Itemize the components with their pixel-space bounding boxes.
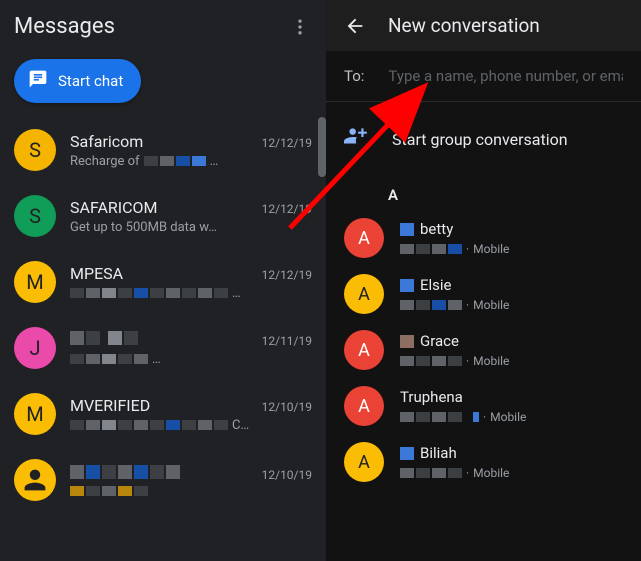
scrollbar-thumb[interactable] <box>318 117 326 177</box>
to-field-row[interactable]: To: <box>326 51 641 102</box>
messages-title: Messages <box>14 14 115 39</box>
thread-snippet: … <box>70 286 312 301</box>
thread-date: 12/12/19 <box>262 202 312 216</box>
back-button[interactable] <box>344 15 366 37</box>
conversation-item[interactable]: M MVERIFIED 12/10/19 C… <box>0 381 326 447</box>
chat-icon <box>28 69 48 93</box>
thread-name: Safaricom <box>70 132 143 151</box>
contact-item[interactable]: A Grace · Mobile <box>326 322 641 378</box>
contact-item[interactable]: A betty · Mobile <box>326 210 641 266</box>
contact-item[interactable]: A Truphena · Mobile <box>326 378 641 434</box>
avatar: A <box>344 274 384 314</box>
avatar: A <box>344 442 384 482</box>
thread-date: 12/12/19 <box>262 136 312 150</box>
contacts-section-letter: A <box>326 176 641 210</box>
thread-name: MPESA <box>70 264 123 283</box>
contact-name: Grace <box>400 332 623 350</box>
conversation-item[interactable]: S Safaricom 12/12/19 Recharge of … <box>0 117 326 183</box>
contact-name: Biliah <box>400 444 623 462</box>
threads-container: S Safaricom 12/12/19 Recharge of … S <box>0 117 326 561</box>
contact-phone: · Mobile <box>400 410 623 424</box>
start-chat-button[interactable]: Start chat <box>14 59 141 103</box>
start-chat-label: Start chat <box>58 72 123 90</box>
contact-item[interactable]: A Biliah · Mobile <box>326 434 641 490</box>
contact-name: Truphena <box>400 388 623 406</box>
avatar: A <box>344 386 384 426</box>
thread-snippet: Get up to 500MB data w… <box>70 220 312 235</box>
group-add-icon <box>344 124 370 154</box>
conversation-item[interactable]: 12/10/19 <box>0 447 326 513</box>
new-conversation-panel: New conversation To: Start group convers… <box>326 0 641 561</box>
avatar: J <box>14 327 56 369</box>
avatar: M <box>14 393 56 435</box>
thread-date: 12/10/19 <box>262 468 312 482</box>
thread-snippet: C… <box>70 418 312 433</box>
thread-name: SAFARICOM <box>70 198 158 217</box>
contact-item[interactable]: A Elsie · Mobile <box>326 266 641 322</box>
thread-name <box>70 330 138 349</box>
contact-phone: · Mobile <box>400 466 623 480</box>
contact-phone: · Mobile <box>400 298 623 312</box>
group-label: Start group conversation <box>392 130 568 149</box>
thread-name: MVERIFIED <box>70 396 150 415</box>
thread-date: 12/11/19 <box>262 334 312 348</box>
thread-date: 12/10/19 <box>262 400 312 414</box>
conversation-list-panel: Messages Start chat S Safaricom 12/12/19… <box>0 0 326 561</box>
start-group-conversation-button[interactable]: Start group conversation <box>326 102 641 176</box>
contact-name: betty <box>400 220 623 238</box>
conversation-item[interactable]: M MPESA 12/12/19 … <box>0 249 326 315</box>
thread-snippet <box>70 486 312 496</box>
to-label: To: <box>344 67 364 85</box>
thread-snippet: … <box>70 352 312 367</box>
thread-snippet: Recharge of … <box>70 154 312 169</box>
avatar: A <box>344 330 384 370</box>
avatar <box>14 459 56 501</box>
avatar: S <box>14 195 56 237</box>
avatar: S <box>14 129 56 171</box>
avatar: A <box>344 218 384 258</box>
conversation-item[interactable]: S SAFARICOM 12/12/19 Get up to 500MB dat… <box>0 183 326 249</box>
avatar: M <box>14 261 56 303</box>
new-conversation-title: New conversation <box>388 14 540 37</box>
recipient-input[interactable] <box>388 67 623 85</box>
thread-date: 12/12/19 <box>262 268 312 282</box>
more-options-button[interactable] <box>288 15 312 39</box>
thread-name <box>70 464 180 483</box>
conversation-item[interactable]: J 12/11/19 … <box>0 315 326 381</box>
contact-phone: · Mobile <box>400 354 623 368</box>
contact-name: Elsie <box>400 276 623 294</box>
contact-phone: · Mobile <box>400 242 623 256</box>
